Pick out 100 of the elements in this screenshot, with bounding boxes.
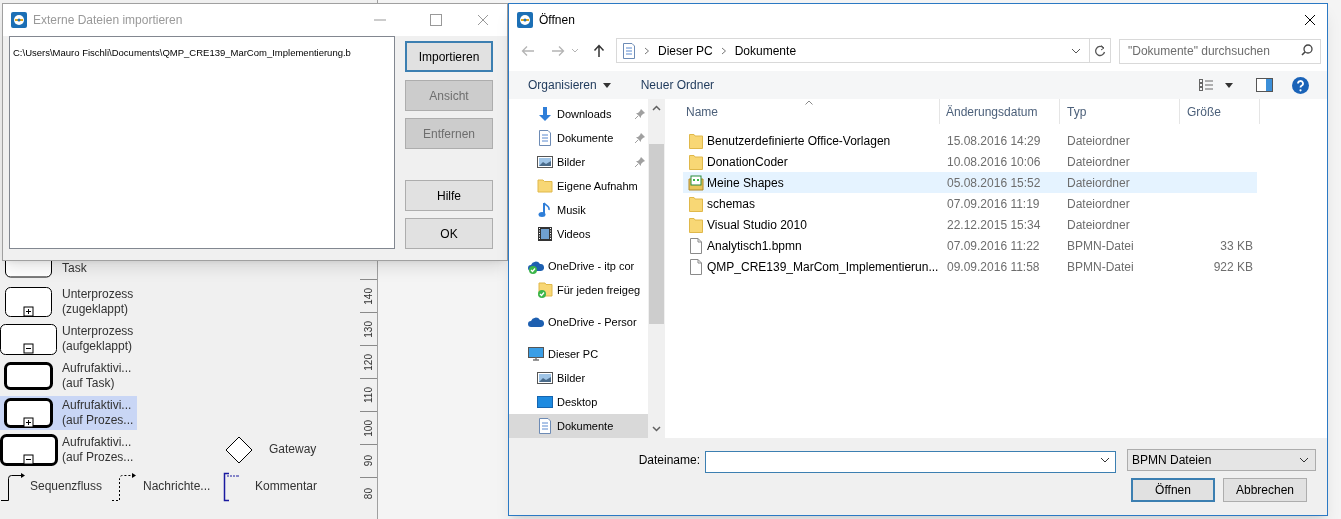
file-size: 33 KB xyxy=(1220,237,1253,255)
palette-item[interactable]: Gateway xyxy=(225,432,345,467)
breadcrumb-item[interactable]: Dieser PC xyxy=(658,41,713,60)
nav-item[interactable]: Bilder xyxy=(509,150,648,174)
palette-item[interactable]: Aufrufaktivi... (auf Prozes... xyxy=(0,432,137,467)
file-row[interactable]: schemas 07.09.2016 11:19 Dateiordner xyxy=(683,193,1257,214)
file-row[interactable]: Meine Shapes 05.08.2016 15:52 Dateiordner xyxy=(683,172,1257,193)
file-date: 22.12.2015 15:34 xyxy=(947,217,1041,232)
maximize-icon[interactable] xyxy=(430,14,442,26)
nav-item[interactable]: Bilder xyxy=(509,366,648,390)
dialog-button[interactable]: Öffnen xyxy=(1131,478,1215,502)
ruler-label: 110 xyxy=(362,387,375,403)
pin-icon xyxy=(635,157,645,167)
column-header[interactable]: Größe xyxy=(1180,99,1260,124)
address-bar[interactable]: Dieser PC Dokumente xyxy=(616,38,1111,63)
file-date: 10.08.2016 10:06 xyxy=(947,154,1041,169)
palette-item[interactable]: Aufrufaktivi... (auf Prozes... xyxy=(0,395,137,430)
file-row[interactable]: Benutzerdefinierte Office-Vorlagen 15.08.2016 14:29 Dateiordner xyxy=(683,130,1257,151)
shapes-folder-icon xyxy=(688,174,704,191)
annotation-bracket-icon xyxy=(223,471,241,502)
film-icon xyxy=(537,226,553,242)
filename-field[interactable] xyxy=(705,451,1116,473)
nav-item[interactable]: OneDrive - Persor xyxy=(509,310,648,334)
preview-pane-icon[interactable] xyxy=(1256,78,1273,92)
file-name: Analytisch1.bpmn xyxy=(707,237,802,255)
palette-item[interactable]: Aufrufaktivi... (auf Task) xyxy=(0,358,137,393)
sequence-flow-icon xyxy=(0,471,26,502)
nav-item[interactable]: Musik xyxy=(509,198,648,222)
file-icon xyxy=(688,237,704,254)
monitor-icon xyxy=(528,346,544,362)
scrollbar[interactable] xyxy=(648,99,665,438)
caret-icon[interactable] xyxy=(1225,82,1233,88)
caret-icon[interactable] xyxy=(1071,47,1081,54)
nav-item[interactable]: Desktop xyxy=(509,390,648,414)
diamond-icon xyxy=(225,435,253,464)
organize-menu-button[interactable]: Organisieren xyxy=(528,76,611,94)
dialog-button[interactable]: Hilfe xyxy=(405,180,493,211)
scroll-up-icon[interactable] xyxy=(652,105,661,111)
file-type: BPMN-Datei xyxy=(1067,238,1134,253)
folder-icon xyxy=(688,216,704,233)
file-type: Dateiordner xyxy=(1067,154,1130,169)
app-icon xyxy=(11,12,27,28)
list-item[interactable]: C:\Users\Mauro Fischli\Documents\QMP_CRE139_MarCom_Implementierung.b xyxy=(13,46,351,59)
file-row[interactable]: Analytisch1.bpmn 07.09.2016 11:22 BPMN-Datei 33 KB xyxy=(683,235,1257,256)
search-icon xyxy=(1301,44,1313,56)
picture-icon xyxy=(537,370,553,386)
scroll-thumb[interactable] xyxy=(649,144,664,324)
nav-item[interactable]: Videos xyxy=(509,222,648,246)
palette-item[interactable]: Nachrichte... xyxy=(108,469,223,504)
file-date: 15.08.2016 14:29 xyxy=(947,133,1041,148)
caret-icon[interactable] xyxy=(1100,457,1110,463)
breadcrumb-item[interactable]: Dokumente xyxy=(734,41,797,60)
file-row[interactable]: Visual Studio 2010 22.12.2015 15:34 Dateiordner xyxy=(683,214,1257,235)
palette-item[interactable]: Task xyxy=(0,261,137,278)
file-name: Benutzerdefinierte Office-Vorlagen xyxy=(707,132,891,150)
folder-icon xyxy=(688,153,704,170)
file-type: Dateiordner xyxy=(1067,175,1130,190)
column-header[interactable]: Typ xyxy=(1060,99,1180,124)
nav-item[interactable]: Dieser PC xyxy=(509,342,648,366)
file-type-dropdown[interactable]: BPMN Dateien xyxy=(1127,449,1316,471)
palette-item[interactable]: Unterprozess (zugeklappt) xyxy=(0,284,137,319)
file-type: Dateiordner xyxy=(1067,217,1130,232)
desktop-icon xyxy=(537,394,553,410)
palette-item[interactable]: Unterprozess (aufgeklappt) xyxy=(0,321,137,356)
folder-icon xyxy=(688,132,704,149)
file-row[interactable]: QMP_CRE139_MarCom_Implementierun... 09.09.2016 11:58 BPMN-Datei 922 KB xyxy=(683,256,1257,277)
up-arrow-icon[interactable] xyxy=(593,43,605,58)
column-header[interactable]: Änderungsdatum xyxy=(940,99,1060,124)
nav-item[interactable]: OneDrive - itp cor xyxy=(509,254,648,278)
list-view-icon[interactable] xyxy=(1198,78,1214,92)
file-row[interactable]: DonationCoder 10.08.2016 10:06 Dateiordner xyxy=(683,151,1257,172)
pin-icon xyxy=(635,133,645,143)
music-note-icon xyxy=(537,202,553,218)
file-size: 922 KB xyxy=(1213,258,1253,276)
search-field[interactable]: "Dokumente" durchsuchen xyxy=(1119,38,1321,64)
palette-item[interactable]: Sequenzfluss xyxy=(0,469,108,504)
dialog-button[interactable]: Importieren xyxy=(405,41,493,72)
nav-item[interactable]: Downloads xyxy=(509,102,648,126)
file-date: 07.09.2016 11:19 xyxy=(947,196,1040,211)
window-title: Öffnen xyxy=(539,11,575,29)
dialog-button[interactable]: OK xyxy=(405,218,493,249)
ruler-label: 90 xyxy=(362,455,375,467)
caret-icon xyxy=(1299,457,1309,463)
scroll-down-icon[interactable] xyxy=(652,426,661,432)
nav-item[interactable]: Für jeden freigeg xyxy=(509,278,648,302)
nav-item[interactable]: Dokumente xyxy=(509,126,648,150)
file-type: BPMN-Datei xyxy=(1067,259,1134,274)
nav-item[interactable]: Eigene Aufnahm xyxy=(509,174,648,198)
close-icon[interactable] xyxy=(1304,13,1316,26)
file-icon xyxy=(688,258,704,275)
ruler-label: 120 xyxy=(362,353,375,371)
new-folder-button[interactable]: Neuer Ordner xyxy=(640,76,715,94)
column-header[interactable]: Name xyxy=(678,99,940,124)
nav-item[interactable]: Dokumente xyxy=(509,414,648,438)
dialog-button[interactable]: Abbrechen xyxy=(1223,478,1307,502)
refresh-icon[interactable] xyxy=(1094,44,1106,57)
file-date: 07.09.2016 11:22 xyxy=(947,238,1040,253)
palette-item[interactable]: Kommentar xyxy=(223,469,343,504)
help-icon[interactable] xyxy=(1292,76,1309,94)
folder-icon xyxy=(688,195,704,212)
